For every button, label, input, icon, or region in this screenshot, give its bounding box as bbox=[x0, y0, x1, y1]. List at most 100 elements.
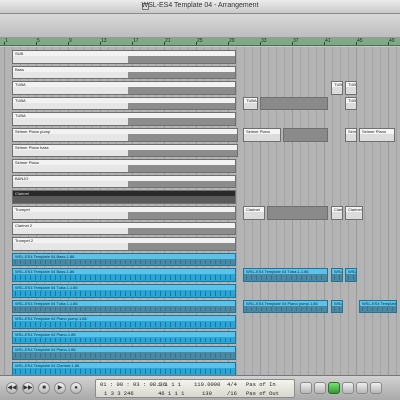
audio-region[interactable] bbox=[267, 206, 328, 220]
midi-region[interactable]: WSL-ES4 Template 04 Tuba.1.1.86 bbox=[12, 299, 236, 314]
region-label: Selmer Piano bbox=[244, 129, 280, 134]
ruler-tick bbox=[356, 42, 357, 45]
region-fill bbox=[128, 165, 235, 172]
audio-region[interactable]: Selmer Piano pump bbox=[12, 128, 238, 142]
transport-display[interactable]: 01 : 00 : 03 : 08.36 1 1 1 1 110.0000 4/… bbox=[95, 379, 295, 398]
midi-region[interactable]: WSL-ES4 Template 04 Bass.1.86 bbox=[12, 252, 236, 267]
region-fill bbox=[128, 102, 235, 110]
cycle-button[interactable] bbox=[300, 382, 312, 394]
ruler-tick bbox=[132, 42, 133, 45]
punch-button[interactable] bbox=[314, 382, 326, 394]
audio-region[interactable]: Clarinet bbox=[345, 206, 363, 220]
stop-button[interactable]: ■ bbox=[38, 382, 50, 394]
midi-region[interactable]: WSL-ES4 Template 04 Piano.1.86 bbox=[12, 330, 236, 345]
midi-region[interactable]: WSL-ES4 Template 04 Piano pump.1.86 bbox=[243, 299, 328, 314]
audio-region[interactable]: Clarinet 2 bbox=[12, 221, 236, 236]
fast-forward-button[interactable]: ▶▶ bbox=[22, 382, 34, 394]
division-display: /16 bbox=[227, 390, 237, 397]
audio-region[interactable]: TUBA bbox=[345, 81, 357, 95]
record-button[interactable]: ● bbox=[70, 382, 82, 394]
grid-line bbox=[372, 47, 373, 375]
audio-region[interactable]: Clarinet bbox=[331, 206, 343, 220]
region-fill bbox=[128, 118, 235, 125]
grid-line bbox=[380, 47, 381, 375]
midi-notes bbox=[15, 353, 233, 358]
region-label: WSL-ES4 Template 04 Piano pump.1.86 bbox=[13, 316, 235, 322]
audio-region[interactable]: TUBA bbox=[345, 96, 357, 111]
metronome-button[interactable] bbox=[342, 382, 354, 394]
ruler-bar-number: 33 bbox=[261, 38, 267, 44]
region-label: Selmer Piano bbox=[360, 129, 394, 134]
bar-ruler[interactable]: 1 5 9 13 17 21 25 29 33 37 41 45 49 bbox=[0, 38, 400, 46]
region-fill bbox=[128, 212, 235, 219]
midi-notes bbox=[15, 322, 233, 327]
ruler-bar-number: 9 bbox=[69, 38, 72, 44]
ruler-tick bbox=[68, 42, 69, 45]
locator-bottom: 46 1 1 1 bbox=[158, 390, 185, 397]
region-label: WSL bbox=[346, 269, 356, 275]
audio-region[interactable]: Trumpet bbox=[12, 206, 236, 220]
region-fill bbox=[128, 134, 237, 141]
audio-region[interactable]: Selmer Piano bass bbox=[12, 143, 238, 158]
audio-region[interactable]: TUBA bbox=[12, 81, 236, 95]
audio-region[interactable]: TUBA bbox=[331, 81, 343, 95]
region-label: WSL-ES4 Template bbox=[360, 300, 396, 306]
ruler-tick bbox=[196, 42, 197, 45]
audio-region[interactable]: TUBA bbox=[243, 96, 258, 111]
audio-region[interactable]: TUBA bbox=[12, 96, 236, 111]
region-label: TUBA bbox=[346, 82, 356, 88]
audio-region[interactable]: Clarinet bbox=[243, 206, 265, 220]
midi-notes bbox=[246, 306, 325, 312]
region-label: WSL-ES4 Template 04 Tuba.1.1.86 bbox=[244, 269, 327, 275]
midi-region[interactable]: WSL-ES4 Template bbox=[359, 299, 397, 314]
midi-notes bbox=[15, 259, 233, 265]
ruler-bar-number: 5 bbox=[37, 38, 40, 44]
midi-region[interactable]: WSL-ES4 Template 04 Piano.1.86 bbox=[12, 346, 236, 360]
tempo-display: 110.0000 bbox=[194, 381, 221, 388]
out-label: Pas of Out bbox=[246, 390, 280, 397]
midi-region[interactable]: WSL-ES4 Template 04 Piano pump.1.86 bbox=[12, 315, 236, 329]
midi-notes bbox=[15, 275, 233, 280]
grid-line bbox=[396, 47, 397, 375]
audio-region[interactable]: Clarinet bbox=[12, 190, 236, 204]
play-button[interactable]: ▶ bbox=[54, 382, 66, 394]
midi-region[interactable]: WSL bbox=[345, 268, 357, 282]
audio-region[interactable]: TUBA bbox=[12, 112, 236, 126]
audio-region[interactable] bbox=[260, 96, 328, 111]
sync-button[interactable] bbox=[328, 382, 340, 394]
arrange-area[interactable]: SUB Bass TUBA TUBA TUBA Selmer Piano pump Selm… bbox=[0, 47, 400, 375]
audio-region[interactable]: SUB bbox=[12, 50, 236, 64]
midi-region[interactable]: WSL bbox=[331, 299, 343, 314]
audio-region[interactable]: Trumpet 2 bbox=[12, 237, 236, 251]
in-label: Pas of In bbox=[246, 381, 276, 388]
ruler-bar-number: 41 bbox=[325, 38, 331, 44]
audio-region[interactable] bbox=[283, 128, 328, 142]
midi-region[interactable]: WSL-ES4 Template 04 Clarinet.1.86 bbox=[12, 362, 236, 375]
region-label: Clarinet bbox=[346, 207, 362, 212]
ruler-bar-number: 37 bbox=[293, 38, 299, 44]
audio-region[interactable]: Selmer Piano bbox=[243, 128, 281, 142]
audio-region[interactable]: Selmer bbox=[345, 128, 357, 142]
audio-region[interactable]: Selmer Piano bbox=[12, 159, 236, 173]
audio-region[interactable]: Bass bbox=[12, 65, 236, 80]
audio-region[interactable]: BANJO bbox=[12, 174, 236, 189]
midi-region[interactable]: WSL-ES4 Template 04 Tuba.1.1.86 bbox=[243, 268, 328, 282]
midi-region[interactable]: WSL-ES4 Template 04 Bass.1.86 bbox=[12, 268, 236, 282]
region-label: WSL-ES4 Template 04 Clarinet.1.86 bbox=[13, 363, 235, 368]
midi-region[interactable]: WSL-ES4 Template 04 Tuba.1.1.86 bbox=[12, 284, 236, 298]
ruler-tick bbox=[292, 42, 293, 45]
region-label: Clarinet bbox=[332, 207, 342, 212]
rewind-button[interactable]: ◀◀ bbox=[6, 382, 18, 394]
mute-button[interactable] bbox=[370, 382, 382, 394]
tempo-sub: 130 bbox=[202, 390, 212, 397]
window-title: WSL-ES4 Template 04 - Arrangement bbox=[141, 2, 259, 9]
region-label: WSL bbox=[332, 300, 342, 306]
audio-region[interactable]: Selmer Piano bbox=[359, 128, 395, 142]
midi-region[interactable]: WSL bbox=[331, 268, 343, 282]
solo-button[interactable] bbox=[356, 382, 368, 394]
ruler-bar-number: 25 bbox=[197, 38, 203, 44]
region-fill bbox=[128, 149, 237, 157]
midi-notes bbox=[246, 275, 325, 280]
midi-notes bbox=[334, 306, 340, 312]
grid-line bbox=[388, 47, 389, 375]
